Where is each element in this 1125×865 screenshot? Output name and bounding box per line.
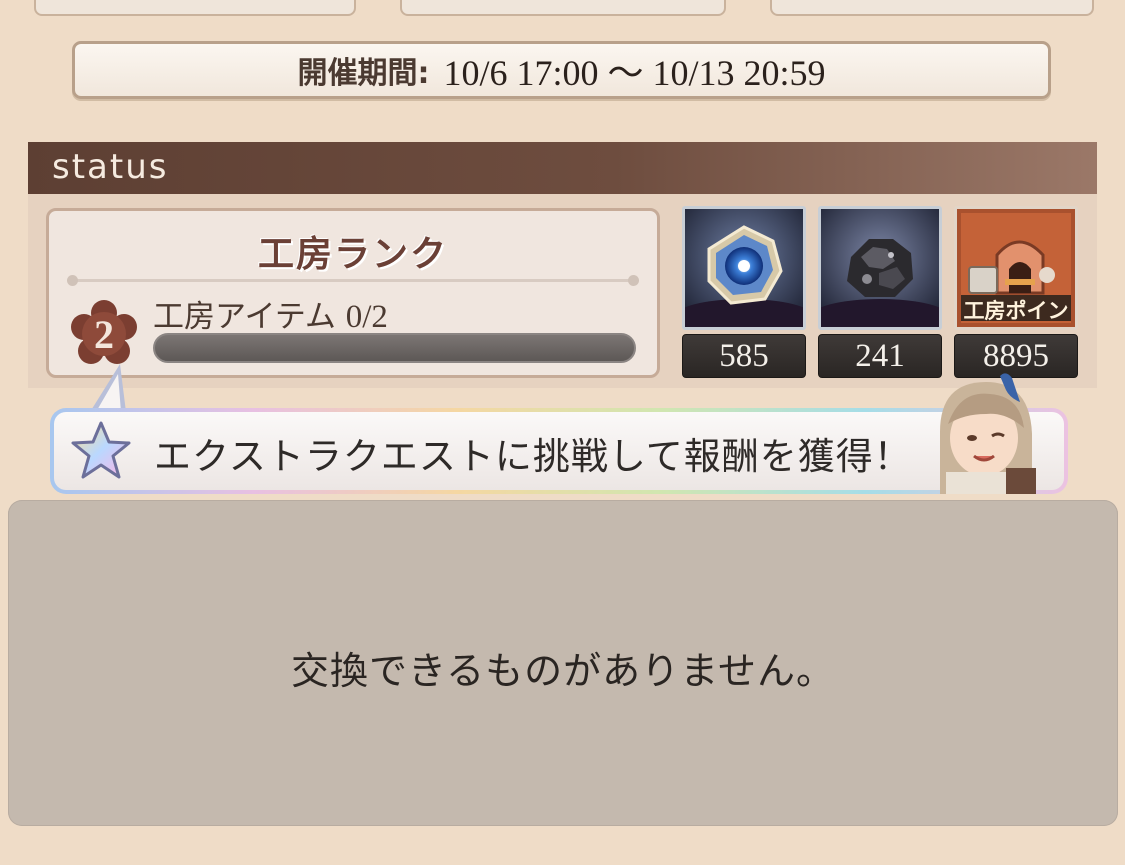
resource-blue-gem[interactable]: 585 (682, 206, 806, 378)
exchange-list-panel: 交換できるものがありません。 (8, 500, 1118, 826)
top-tab-right[interactable] (770, 0, 1094, 16)
resource-count: 585 (682, 334, 806, 378)
workshop-rank-title: 工房ランク (257, 234, 448, 275)
character-avatar (940, 373, 1036, 494)
rank-badge-icon: 2 (69, 299, 139, 369)
extra-quest-banner[interactable]: エクストラクエストに挑戦して報酬を獲得！ (50, 408, 1068, 494)
workshop-item-progress-label: 工房アイテム 0/2 (153, 291, 388, 336)
blue-gem-icon (682, 206, 806, 330)
rank-divider (67, 275, 639, 286)
event-period-label: 開催期間: (297, 56, 430, 91)
resource-black-ore[interactable]: 241 (818, 206, 942, 378)
workshop-rank-card[interactable]: 工房ランク 2 工房アイテム 0/2 (46, 208, 660, 378)
top-tab-left[interactable] (34, 0, 356, 16)
resource-workshop-point[interactable]: 工房ポイント 8895 (954, 206, 1078, 378)
status-panel: status 工房ランク 2 工房アイテム 0/2 585 241 工房ポイン … (28, 142, 1097, 388)
workshop-point-icon: 工房ポイント (954, 206, 1078, 330)
workshop-item-progress-bar (153, 333, 636, 363)
status-title: status (52, 147, 169, 187)
banner-text: エクストラクエストに挑戦して報酬を獲得！ (154, 435, 912, 478)
rank-number: 2 (94, 312, 114, 357)
black-ore-icon (818, 206, 942, 330)
star-icon (71, 421, 131, 479)
banner-tail (90, 364, 126, 412)
workshop-item-count: 0/2 (345, 299, 388, 335)
empty-exchange-message: 交換できるものがありません。 (290, 649, 836, 693)
workshop-item-label: 工房アイテム (153, 299, 336, 335)
top-tab-middle[interactable] (400, 0, 726, 16)
event-period-box: 開催期間: 10/6 17:00 〜 10/13 20:59 (72, 41, 1051, 99)
status-header: status (28, 142, 1097, 194)
workshop-point-label: 工房ポイント (963, 299, 1069, 323)
event-period-value: 10/6 17:00 〜 10/13 20:59 (443, 53, 826, 93)
